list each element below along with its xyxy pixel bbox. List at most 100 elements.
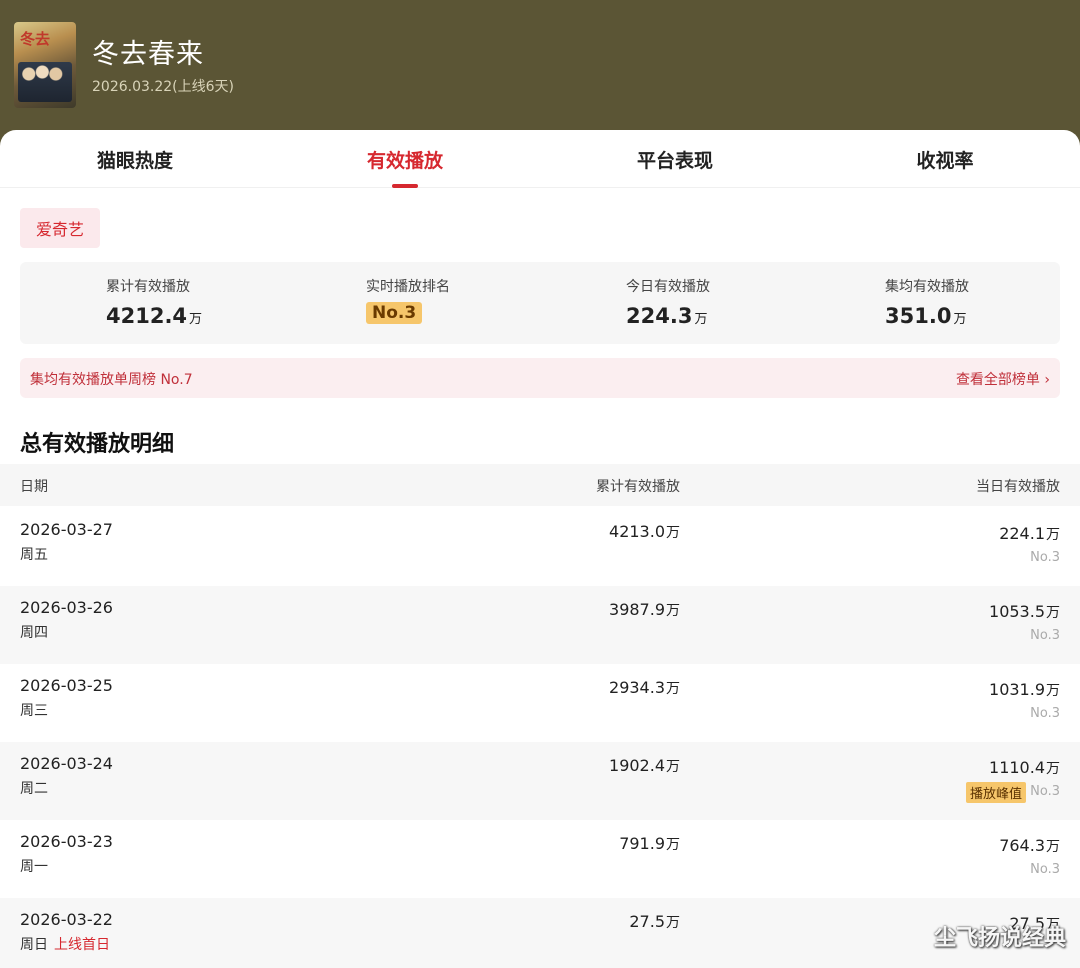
table-row[interactable]: 2026-03-27 周五 4213.0万 224.1万 No.3 [0,508,1080,586]
row-launch-tag: 上线首日 [54,937,110,953]
row-cumulative-number: 791.9 [619,834,665,853]
watermark: 尘飞扬说经典 [933,926,1066,951]
poster-title-text: 冬去 [20,30,51,48]
header-cumulative: 累计有效播放 [596,479,680,495]
row-weekday-text: 周四 [20,625,48,641]
row-cumulative-number: 2934.3 [609,678,665,697]
stat-today: 今日有效播放 224.3 万 [626,276,710,328]
row-daily: 764.3万 [999,836,1060,856]
row-cumulative-unit: 万 [666,681,680,697]
stat-average: 集均有效播放 351.0 万 [885,276,969,328]
tab-effective-plays[interactable]: 有效播放 [305,146,505,173]
row-cumulative-number: 27.5 [629,912,665,931]
stat-today-unit: 万 [694,312,708,327]
content-card: 猫眼热度 有效播放 平台表现 收视率 爱奇艺 累计有效播放 4212.4 万 实时… [0,130,1080,968]
row-cumulative: 1902.4万 [609,756,680,776]
platform-chip-iqiyi[interactable]: 爱奇艺 [20,208,100,248]
row-daily-unit: 万 [1046,761,1060,777]
section-title: 总有效播放明细 [20,432,175,457]
row-weekday-text: 周日 [20,937,48,953]
row-weekday-text: 周三 [20,703,48,719]
stat-today-number: 224.3 [626,304,693,328]
stat-average-number: 351.0 [885,304,952,328]
row-date: 2026-03-27 [20,520,113,539]
row-cumulative-unit: 万 [666,837,680,853]
stat-average-unit: 万 [953,312,967,327]
row-date: 2026-03-25 [20,676,113,695]
row-cumulative-unit: 万 [666,759,680,775]
row-weekday: 周四 [20,622,48,642]
table-row[interactable]: 2026-03-22 周日 上线首日 27.5万 27.5万 [0,898,1080,968]
row-rank: No.3 [1030,706,1060,721]
row-cumulative-unit: 万 [666,525,680,541]
tab-ratings[interactable]: 收视率 [845,146,1045,173]
table-row[interactable]: 2026-03-25 周三 2934.3万 1031.9万 No.3 [0,664,1080,742]
stat-average-value: 351.0 万 [885,304,969,328]
row-daily-number: 1031.9 [989,680,1045,699]
row-daily-number: 764.3 [999,836,1045,855]
row-weekday-text: 周五 [20,547,48,563]
row-cumulative: 791.9万 [619,834,680,854]
table-row[interactable]: 2026-03-23 周一 791.9万 764.3万 No.3 [0,820,1080,898]
tab-bar: 猫眼热度 有效播放 平台表现 收视率 [0,130,1080,188]
rank-badge: No.3 [366,302,423,324]
row-date: 2026-03-26 [20,598,113,617]
show-release-date: 2026.03.22(上线6天) [92,79,234,95]
row-cumulative: 4213.0万 [609,522,680,542]
stat-cumulative-number: 4212.4 [106,304,188,328]
row-daily: 1031.9万 [989,680,1060,700]
row-date: 2026-03-22 [20,910,113,929]
header-date: 日期 [20,479,48,495]
weekly-rank-banner[interactable]: 集均有效播放单周榜 No.7 查看全部榜单 › [20,358,1060,398]
row-cumulative: 2934.3万 [609,678,680,698]
stat-realtime-rank: 实时播放排名 No.3 [366,276,450,324]
row-daily-number: 224.1 [999,524,1045,543]
table-row[interactable]: 2026-03-26 周四 3987.9万 1053.5万 No.3 [0,586,1080,664]
row-weekday-text: 周二 [20,781,48,797]
row-daily-number: 1110.4 [989,758,1045,777]
row-cumulative: 27.5万 [629,912,680,932]
row-rank: No.3 [1030,784,1060,799]
row-date: 2026-03-24 [20,754,113,773]
row-daily: 1053.5万 [989,602,1060,622]
row-cumulative-unit: 万 [666,603,680,619]
row-daily-unit: 万 [1046,605,1060,621]
stat-cumulative-value: 4212.4 万 [106,304,202,328]
table-header: 日期 累计有效播放 当日有效播放 [0,464,1080,506]
stat-average-label: 集均有效播放 [885,279,969,295]
header-daily: 当日有效播放 [976,479,1060,495]
row-weekday: 周二 [20,778,48,798]
row-daily-unit: 万 [1046,683,1060,699]
view-all-rankings-link[interactable]: 查看全部榜单 › [956,369,1050,389]
row-cumulative-unit: 万 [666,915,680,931]
row-date: 2026-03-23 [20,832,113,851]
poster-figures [18,62,72,102]
row-daily: 224.1万 [999,524,1060,544]
row-rank: No.3 [1030,628,1060,643]
stat-today-value: 224.3 万 [626,304,710,328]
row-cumulative-number: 1902.4 [609,756,665,775]
stat-cumulative-unit: 万 [189,312,203,327]
tab-platform-performance[interactable]: 平台表现 [575,146,775,173]
stat-cumulative-label: 累计有效播放 [106,279,190,295]
stat-cumulative: 累计有效播放 4212.4 万 [106,276,202,328]
row-daily: 1110.4万 [989,758,1060,778]
row-weekday: 周五 [20,544,48,564]
row-rank: No.3 [1030,862,1060,877]
row-weekday: 周一 [20,856,48,876]
table-row[interactable]: 2026-03-24 周二 1902.4万 1110.4万 No.3 播放峰值 [0,742,1080,820]
stat-rank-label: 实时播放排名 [366,279,450,295]
peak-badge: 播放峰值 [965,782,1026,803]
row-rank: No.3 [1030,550,1060,565]
row-weekday: 周三 [20,700,48,720]
row-cumulative-number: 3987.9 [609,600,665,619]
row-cumulative-number: 4213.0 [609,522,665,541]
show-poster[interactable]: 冬去 [14,22,76,108]
weekly-rank-text: 集均有效播放单周榜 No.7 [30,372,193,388]
show-title: 冬去春来 [92,39,204,70]
tab-maoyan-heat[interactable]: 猫眼热度 [35,146,235,173]
app-header: 冬去 冬去春来 2026.03.22(上线6天) [0,0,1080,132]
row-weekday: 周日 上线首日 [20,934,110,954]
row-cumulative: 3987.9万 [609,600,680,620]
row-weekday-text: 周一 [20,859,48,875]
